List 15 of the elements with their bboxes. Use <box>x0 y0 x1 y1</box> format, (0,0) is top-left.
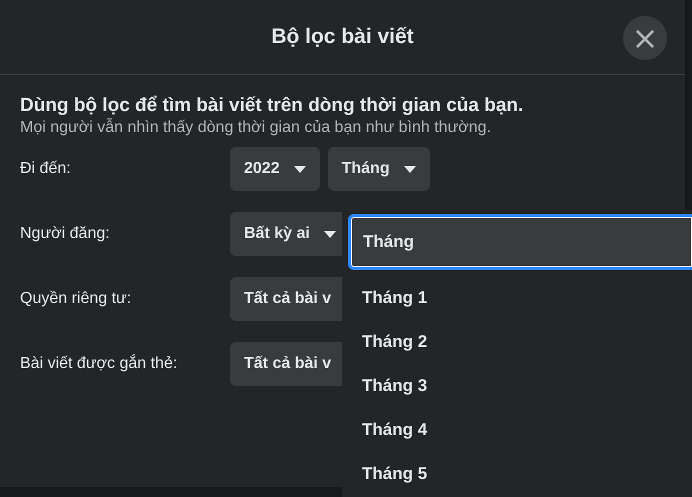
dropdown-button[interactable]: Tháng <box>328 147 430 191</box>
filter-label: Quyền riêng tư: <box>20 290 132 308</box>
intro-heading: Dùng bộ lọc để tìm bài viết trên dòng thời gian của bạn. <box>20 95 524 117</box>
close-button[interactable]: × <box>623 16 667 60</box>
filter-label: Đi đến: <box>20 160 72 178</box>
menu-item[interactable]: Tháng 4 <box>342 408 692 452</box>
dropdown-button[interactable]: 2022 <box>230 147 320 191</box>
dialog-title: Bộ lọc bài viết <box>271 25 414 49</box>
filter-label: Bài viết được gắn thẻ: <box>20 355 178 373</box>
menu-item[interactable]: Tháng <box>348 214 692 270</box>
caret-icon <box>294 166 306 172</box>
menu-item[interactable]: Tháng 5 <box>342 452 692 496</box>
caret-icon <box>404 166 416 172</box>
intro-text: Mọi người vẫn nhìn thấy dòng thời gian của bạn như bình thường. <box>20 119 492 137</box>
filter-label: Người đăng: <box>20 225 111 243</box>
